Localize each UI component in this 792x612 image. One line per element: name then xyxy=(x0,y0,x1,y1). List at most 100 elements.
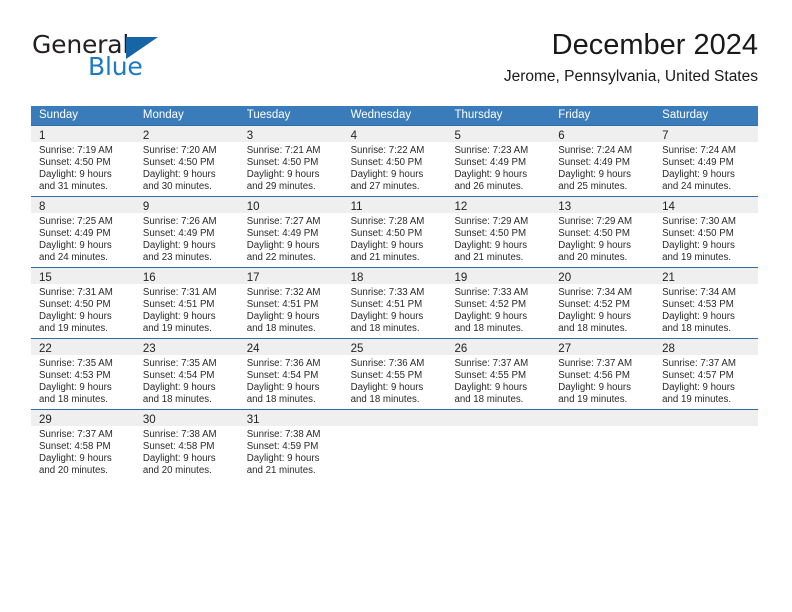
daylight-text-line2: and 19 minutes. xyxy=(39,323,108,335)
day-cell[interactable]: 6 Sunrise: 7:24 AM Sunset: 4:49 PM Dayli… xyxy=(550,126,655,196)
day-details: Sunrise: 7:35 AM Sunset: 4:53 PM Dayligh… xyxy=(31,355,135,406)
day-cell[interactable]: 20 Sunrise: 7:34 AM Sunset: 4:52 PM Dayl… xyxy=(550,268,655,338)
sunset-text: Sunset: 4:53 PM xyxy=(662,299,734,311)
day-details: Sunrise: 7:32 AM Sunset: 4:51 PM Dayligh… xyxy=(239,284,343,335)
sunset-text: Sunset: 4:50 PM xyxy=(142,157,215,169)
sunrise-text: Sunrise: 7:20 AM xyxy=(142,145,217,156)
day-cell[interactable]: 28 Sunrise: 7:37 AM Sunset: 4:57 PM Dayl… xyxy=(654,339,759,409)
daylight-text-line1: Daylight: 9 hours xyxy=(142,311,216,323)
day-cell-empty xyxy=(654,410,759,480)
day-cell[interactable]: 22 Sunrise: 7:35 AM Sunset: 4:53 PM Dayl… xyxy=(31,339,135,409)
daylight-text-line2: and 24 minutes. xyxy=(662,181,732,193)
day-cell[interactable]: 30 Sunrise: 7:38 AM Sunset: 4:58 PM Dayl… xyxy=(134,410,239,480)
day-details: Sunrise: 7:19 AM Sunset: 4:50 PM Dayligh… xyxy=(31,142,135,193)
day-cell[interactable]: 31 Sunrise: 7:38 AM Sunset: 4:59 PM Dayl… xyxy=(238,410,343,480)
sunrise-text: Sunrise: 7:24 AM xyxy=(662,145,736,156)
day-details: Sunrise: 7:30 AM Sunset: 4:50 PM Dayligh… xyxy=(654,213,758,264)
day-cell[interactable]: 16 Sunrise: 7:31 AM Sunset: 4:51 PM Dayl… xyxy=(134,268,239,338)
weekday-header-wednesday: Wednesday xyxy=(350,109,412,121)
daylight-text-line2: and 18 minutes. xyxy=(350,394,420,406)
day-cell[interactable]: 18 Sunrise: 7:33 AM Sunset: 4:51 PM Dayl… xyxy=(342,268,447,338)
day-cell[interactable]: 4 Sunrise: 7:22 AM Sunset: 4:50 PM Dayli… xyxy=(342,126,447,196)
day-cell[interactable]: 17 Sunrise: 7:32 AM Sunset: 4:51 PM Dayl… xyxy=(238,268,343,338)
day-cell[interactable]: 2 Sunrise: 7:20 AM Sunset: 4:50 PM Dayli… xyxy=(134,126,239,196)
day-cell[interactable]: 12 Sunrise: 7:29 AM Sunset: 4:50 PM Dayl… xyxy=(446,197,551,267)
day-cell[interactable]: 27 Sunrise: 7:37 AM Sunset: 4:56 PM Dayl… xyxy=(550,339,655,409)
day-number: 9 xyxy=(142,201,150,213)
day-cell[interactable]: 21 Sunrise: 7:34 AM Sunset: 4:53 PM Dayl… xyxy=(654,268,759,338)
day-number: 26 xyxy=(454,343,468,355)
day-details: Sunrise: 7:20 AM Sunset: 4:50 PM Dayligh… xyxy=(135,142,239,193)
day-cell[interactable]: 8 Sunrise: 7:25 AM Sunset: 4:49 PM Dayli… xyxy=(31,197,135,267)
daylight-text-line2: and 18 minutes. xyxy=(454,394,524,406)
day-details xyxy=(550,426,654,429)
day-cell[interactable]: 23 Sunrise: 7:35 AM Sunset: 4:54 PM Dayl… xyxy=(134,339,239,409)
daylight-text-line1: Daylight: 9 hours xyxy=(662,382,735,394)
weekday-header-thursday: Thursday xyxy=(454,109,503,121)
day-cell[interactable]: 19 Sunrise: 7:33 AM Sunset: 4:52 PM Dayl… xyxy=(446,268,551,338)
weekday-header-friday: Friday xyxy=(558,109,591,121)
daylight-text-line2: and 19 minutes. xyxy=(142,323,212,335)
daylight-text-line1: Daylight: 9 hours xyxy=(39,311,112,323)
day-number: 22 xyxy=(39,343,52,355)
daylight-text-line2: and 19 minutes. xyxy=(662,252,732,264)
day-number: 24 xyxy=(246,343,260,355)
day-details: Sunrise: 7:36 AM Sunset: 4:54 PM Dayligh… xyxy=(239,355,343,406)
daylight-text-line1: Daylight: 9 hours xyxy=(142,453,216,465)
sunset-text: Sunset: 4:54 PM xyxy=(142,370,215,382)
calendar-page: General Blue December 2024 Jerome, Penns… xyxy=(0,0,792,612)
daylight-text-line1: Daylight: 9 hours xyxy=(662,311,735,323)
daylight-text-line2: and 18 minutes. xyxy=(350,323,420,335)
day-cell[interactable]: 29 Sunrise: 7:37 AM Sunset: 4:58 PM Dayl… xyxy=(31,410,135,480)
sunrise-text: Sunrise: 7:35 AM xyxy=(142,358,217,369)
sunrise-text: Sunrise: 7:33 AM xyxy=(454,287,529,298)
sunset-text: Sunset: 4:50 PM xyxy=(39,299,111,311)
day-number: 8 xyxy=(39,201,46,213)
day-number: 18 xyxy=(350,272,364,284)
day-cell[interactable]: 25 Sunrise: 7:36 AM Sunset: 4:55 PM Dayl… xyxy=(342,339,447,409)
day-cell-empty xyxy=(550,410,655,480)
day-cell[interactable]: 15 Sunrise: 7:31 AM Sunset: 4:50 PM Dayl… xyxy=(31,268,135,338)
sunset-text: Sunset: 4:51 PM xyxy=(350,299,423,311)
day-number: 2 xyxy=(142,130,150,142)
day-cell[interactable]: 3 Sunrise: 7:21 AM Sunset: 4:50 PM Dayli… xyxy=(238,126,343,196)
day-cell-empty xyxy=(342,410,447,480)
sunset-text: Sunset: 4:58 PM xyxy=(39,441,111,453)
day-number: 28 xyxy=(662,343,675,355)
day-cell[interactable]: 7 Sunrise: 7:24 AM Sunset: 4:49 PM Dayli… xyxy=(654,126,759,196)
sunrise-text: Sunrise: 7:21 AM xyxy=(246,145,321,156)
daylight-text-line2: and 18 minutes. xyxy=(142,394,212,406)
day-number-band: 24 xyxy=(238,339,343,355)
day-cell[interactable]: 26 Sunrise: 7:37 AM Sunset: 4:55 PM Dayl… xyxy=(446,339,551,409)
day-number-band: 16 xyxy=(134,268,239,284)
daylight-text-line1: Daylight: 9 hours xyxy=(454,311,528,323)
day-cell[interactable]: 13 Sunrise: 7:29 AM Sunset: 4:50 PM Dayl… xyxy=(550,197,655,267)
sunrise-text: Sunrise: 7:38 AM xyxy=(142,429,217,440)
weekday-header-monday: Monday xyxy=(142,109,184,121)
day-number-band: 8 xyxy=(31,197,135,213)
day-number: 25 xyxy=(350,343,364,355)
sunset-text: Sunset: 4:50 PM xyxy=(350,228,423,240)
daylight-text-line1: Daylight: 9 hours xyxy=(39,169,112,181)
day-cell[interactable]: 14 Sunrise: 7:30 AM Sunset: 4:50 PM Dayl… xyxy=(654,197,759,267)
day-cell[interactable]: 9 Sunrise: 7:26 AM Sunset: 4:49 PM Dayli… xyxy=(134,197,239,267)
day-cell[interactable]: 24 Sunrise: 7:36 AM Sunset: 4:54 PM Dayl… xyxy=(238,339,343,409)
daylight-text-line2: and 29 minutes. xyxy=(246,181,316,193)
day-number-band: 18 xyxy=(342,268,447,284)
sunrise-text: Sunrise: 7:32 AM xyxy=(246,287,321,298)
daylight-text-line1: Daylight: 9 hours xyxy=(39,453,112,465)
day-cell[interactable]: 5 Sunrise: 7:23 AM Sunset: 4:49 PM Dayli… xyxy=(446,126,551,196)
daylight-text-line1: Daylight: 9 hours xyxy=(246,169,320,181)
day-details: Sunrise: 7:29 AM Sunset: 4:50 PM Dayligh… xyxy=(446,213,550,264)
daylight-text-line2: and 20 minutes. xyxy=(142,465,212,477)
day-cell[interactable]: 1 Sunrise: 7:19 AM Sunset: 4:50 PM Dayli… xyxy=(31,126,135,196)
day-number: 27 xyxy=(558,343,572,355)
day-details: Sunrise: 7:34 AM Sunset: 4:52 PM Dayligh… xyxy=(550,284,654,335)
sunrise-text: Sunrise: 7:27 AM xyxy=(246,216,321,227)
day-cell[interactable]: 10 Sunrise: 7:27 AM Sunset: 4:49 PM Dayl… xyxy=(238,197,343,267)
day-cell[interactable]: 11 Sunrise: 7:28 AM Sunset: 4:50 PM Dayl… xyxy=(342,197,447,267)
day-number: 14 xyxy=(662,201,675,213)
day-number: 3 xyxy=(246,130,254,142)
sunset-text: Sunset: 4:54 PM xyxy=(246,370,319,382)
calendar-week-row: 1 Sunrise: 7:19 AM Sunset: 4:50 PM Dayli… xyxy=(31,125,759,196)
